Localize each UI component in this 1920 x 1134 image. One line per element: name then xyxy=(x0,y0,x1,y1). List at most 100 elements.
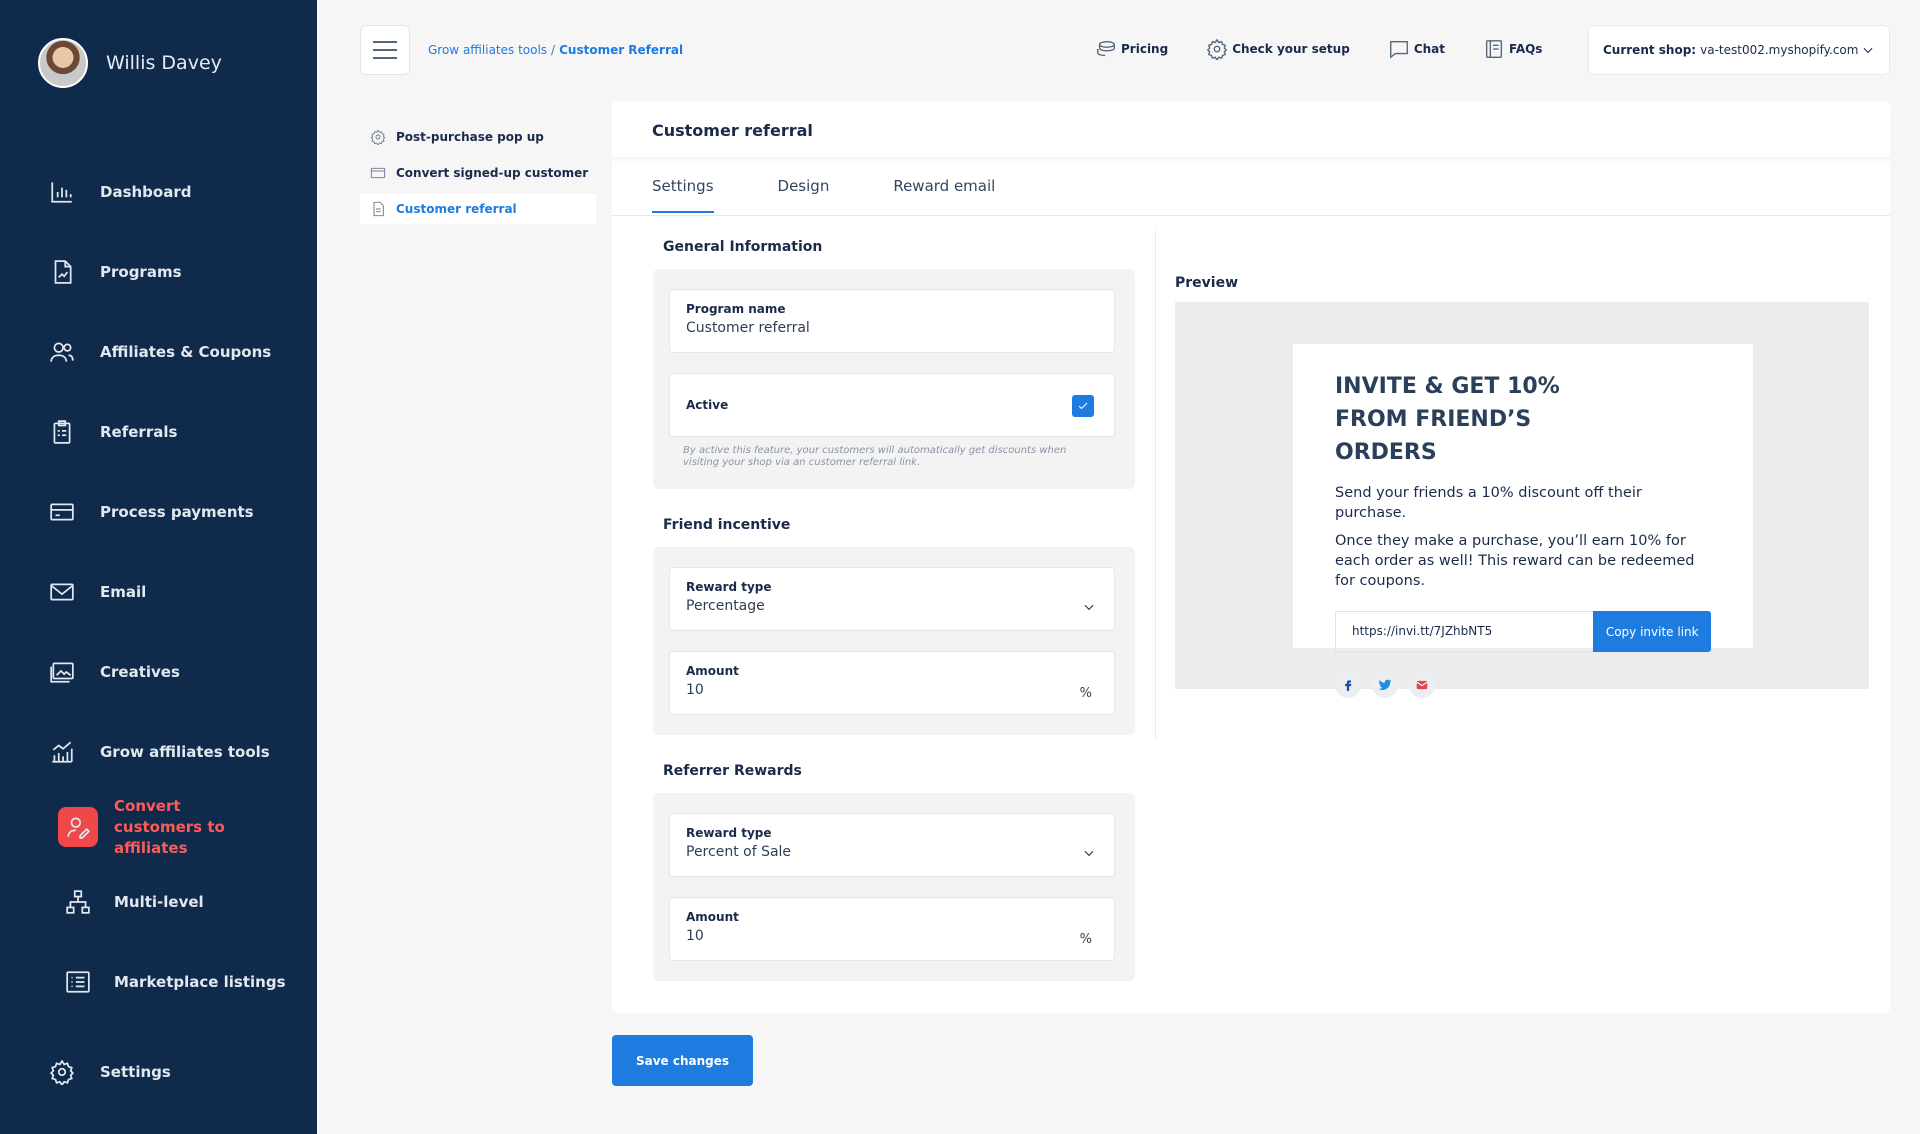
pricing-label: Pricing xyxy=(1121,42,1169,56)
chat-icon xyxy=(1389,40,1408,59)
hamburger-icon xyxy=(373,41,397,43)
sidebar-item-creatives[interactable]: Creatives xyxy=(48,652,298,692)
check-setup-link[interactable]: Check your setup xyxy=(1206,38,1350,60)
tab-design[interactable]: Design xyxy=(778,177,830,213)
tab-settings[interactable]: Settings xyxy=(652,177,714,213)
friend-incentive-title: Friend incentive xyxy=(663,517,791,533)
check-icon xyxy=(1078,402,1088,410)
sidebar-item-label: Dashboard xyxy=(100,183,192,201)
sidebar-item-email[interactable]: Email xyxy=(48,572,298,612)
facebook-icon xyxy=(1345,680,1352,691)
settings-form: General Information Program name Custome… xyxy=(653,239,1135,981)
document-icon xyxy=(373,201,384,217)
sidebar-item-label: Creatives xyxy=(100,663,180,681)
tab-divider xyxy=(612,215,1890,216)
tool-submenu: Post-purchase pop up Convert signed-up c… xyxy=(360,122,596,230)
amount-unit: % xyxy=(1079,932,1092,947)
reward-type-label: Reward type xyxy=(686,826,772,840)
referrer-rewards-section: Reward type Percent of Sale Amount 10 % xyxy=(653,793,1135,981)
save-changes-button[interactable]: Save changes xyxy=(612,1035,753,1086)
sidebar-item-label: Convert customers to affiliates xyxy=(114,796,225,857)
growth-chart-icon xyxy=(48,738,76,766)
amount-unit: % xyxy=(1079,686,1092,701)
program-name-field[interactable]: Program name Customer referral xyxy=(669,289,1115,353)
sidebar-item-multi-level[interactable]: Multi-level xyxy=(58,882,308,922)
copy-invite-link-button[interactable]: Copy invite link xyxy=(1593,611,1711,652)
submenu-item-convert-signed-up[interactable]: Convert signed-up customer xyxy=(360,158,596,188)
avatar[interactable] xyxy=(38,38,88,88)
sidebar-item-dashboard[interactable]: Dashboard xyxy=(48,172,298,212)
sidebar-item-marketplace-listings[interactable]: Marketplace listings xyxy=(58,962,308,1002)
card-icon xyxy=(370,167,386,179)
active-hint: By active this feature, your customers w… xyxy=(683,445,1067,468)
pricing-link[interactable]: Pricing xyxy=(1095,38,1168,60)
friend-reward-type-select[interactable]: Reward type Percentage xyxy=(669,567,1115,631)
referrer-rewards-title: Referrer Rewards xyxy=(663,763,802,779)
active-label: Active xyxy=(686,398,729,412)
envelope-icon xyxy=(1416,680,1428,690)
breadcrumb: Grow affiliates tools / Customer Referral xyxy=(428,43,683,57)
referrer-reward-type-select[interactable]: Reward type Percent of Sale xyxy=(669,813,1115,877)
program-name-value: Customer referral xyxy=(686,320,810,336)
credit-card-icon xyxy=(48,498,76,526)
faqs-link[interactable]: FAQs xyxy=(1483,38,1542,60)
sidebar-item-label: Grow affiliates tools xyxy=(100,743,270,761)
shop-value: va-test002.myshopify.com xyxy=(1700,43,1859,57)
clipboard-icon xyxy=(48,418,76,446)
reward-type-value: Percent of Sale xyxy=(686,844,792,860)
friend-amount-field[interactable]: Amount 10 % xyxy=(669,651,1115,715)
submenu-item-post-purchase[interactable]: Post-purchase pop up xyxy=(360,122,596,152)
sidebar: Willis Davey Dashboard Programs Affiliat… xyxy=(0,0,317,1134)
sidebar-item-label: Multi-level xyxy=(114,893,204,911)
invite-link-field[interactable]: https://invi.tt/7JZhbNT5 xyxy=(1335,611,1594,652)
sidebar-item-process-payments[interactable]: Process payments xyxy=(48,492,298,532)
shop-label: Current shop: xyxy=(1603,43,1697,57)
users-icon xyxy=(48,338,76,366)
sidebar-item-label: Marketplace listings xyxy=(114,973,286,991)
chat-label: Chat xyxy=(1413,42,1445,56)
sidebar-item-convert-customers[interactable]: Convert customers to affiliates xyxy=(58,797,308,857)
referrer-amount-field[interactable]: Amount 10 % xyxy=(669,897,1115,961)
email-share-button[interactable] xyxy=(1409,672,1435,698)
sidebar-item-affiliates-coupons[interactable]: Affiliates & Coupons xyxy=(48,332,298,372)
submenu-item-label: Customer referral xyxy=(396,202,517,216)
column-divider xyxy=(1155,230,1156,740)
breadcrumb-current: Customer Referral xyxy=(559,43,684,57)
user-profile[interactable]: Willis Davey xyxy=(38,38,222,88)
twitter-share-button[interactable] xyxy=(1372,672,1398,698)
sidebar-item-label: Referrals xyxy=(100,423,178,441)
user-edit-icon xyxy=(58,807,98,847)
amount-value: 10 xyxy=(686,928,704,944)
gear-icon xyxy=(1207,38,1228,60)
active-checkbox[interactable] xyxy=(1072,395,1094,417)
reward-type-value: Percentage xyxy=(686,598,765,614)
book-icon xyxy=(1485,40,1503,58)
chevron-down-icon xyxy=(1084,850,1094,857)
menu-toggle-button[interactable] xyxy=(360,25,410,75)
breadcrumb-parent-link[interactable]: Grow affiliates tools xyxy=(428,43,547,57)
general-info-title: General Information xyxy=(663,239,823,255)
chat-link[interactable]: Chat xyxy=(1388,38,1445,60)
share-buttons xyxy=(1335,672,1711,698)
popup-title: INVITE & GET 10% FROM FRIEND’S ORDERS xyxy=(1335,374,1560,465)
active-field: Active xyxy=(669,373,1115,437)
faqs-label: FAQs xyxy=(1509,42,1543,56)
sidebar-item-settings[interactable]: Settings xyxy=(48,1052,298,1092)
breadcrumb-separator: / xyxy=(551,43,556,57)
amount-value: 10 xyxy=(686,682,704,698)
settings-card: Customer referral Settings Design Reward… xyxy=(612,101,1890,1013)
document-chart-icon xyxy=(48,258,76,286)
sidebar-item-grow-affiliates-tools[interactable]: Grow affiliates tools xyxy=(48,732,298,772)
sidebar-item-programs[interactable]: Programs xyxy=(48,252,298,292)
sidebar-item-referrals[interactable]: Referrals xyxy=(48,412,298,452)
shop-select[interactable]: Current shop: va-test002.myshopify.com xyxy=(1588,25,1890,75)
facebook-share-button[interactable] xyxy=(1335,672,1361,698)
hierarchy-icon xyxy=(58,882,98,922)
submenu-item-customer-referral[interactable]: Customer referral xyxy=(360,194,596,224)
general-info-section: Program name Customer referral Active By… xyxy=(653,269,1135,489)
preview-title: Preview xyxy=(1175,275,1239,291)
chevron-down-icon xyxy=(1863,47,1873,54)
tab-reward-email[interactable]: Reward email xyxy=(893,177,995,213)
program-name-label: Program name xyxy=(686,302,786,316)
twitter-icon xyxy=(1378,679,1392,691)
